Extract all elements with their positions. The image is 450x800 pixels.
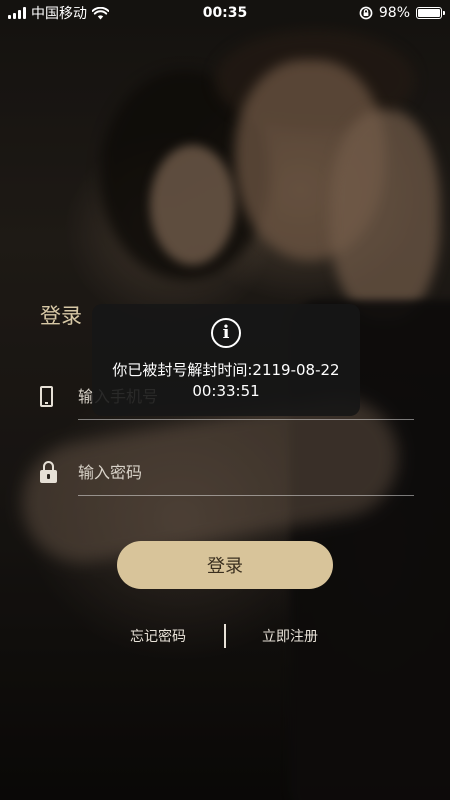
rotation-lock-icon xyxy=(359,6,373,20)
signal-icon xyxy=(8,7,26,19)
toast-message: 你已被封号解封时间:2119-08-22 00:33:51 xyxy=(112,361,340,400)
links-divider xyxy=(224,624,226,648)
battery-level xyxy=(418,9,440,17)
password-field xyxy=(40,452,414,496)
phone-field-underline xyxy=(78,419,414,420)
auth-links: 忘记密码 立即注册 xyxy=(0,624,450,648)
battery-percent: 98% xyxy=(378,5,410,21)
status-bar: 中国移动 00:35 98% xyxy=(0,0,450,26)
login-screen: 中国移动 00:35 98% 登录 输入手机号 登录 忘记密码 立即注册 i 你… xyxy=(0,0,450,800)
status-left: 中国移动 xyxy=(8,3,168,23)
register-link[interactable]: 立即注册 xyxy=(262,626,318,646)
password-field-underline xyxy=(78,495,414,496)
login-button[interactable]: 登录 xyxy=(117,541,333,589)
info-icon: i xyxy=(211,318,241,348)
lock-icon xyxy=(40,461,68,483)
status-right: 98% xyxy=(282,5,445,21)
forgot-password-link[interactable]: 忘记密码 xyxy=(130,626,186,646)
carrier-name: 中国移动 xyxy=(31,6,87,22)
phone-icon xyxy=(40,385,68,407)
battery-icon xyxy=(416,7,445,19)
page-title: 登录 xyxy=(40,304,82,328)
status-time: 00:35 xyxy=(202,5,248,21)
password-input[interactable] xyxy=(78,452,414,492)
wifi-icon xyxy=(92,6,109,19)
ban-notice-toast: i 你已被封号解封时间:2119-08-22 00:33:51 xyxy=(92,304,360,416)
